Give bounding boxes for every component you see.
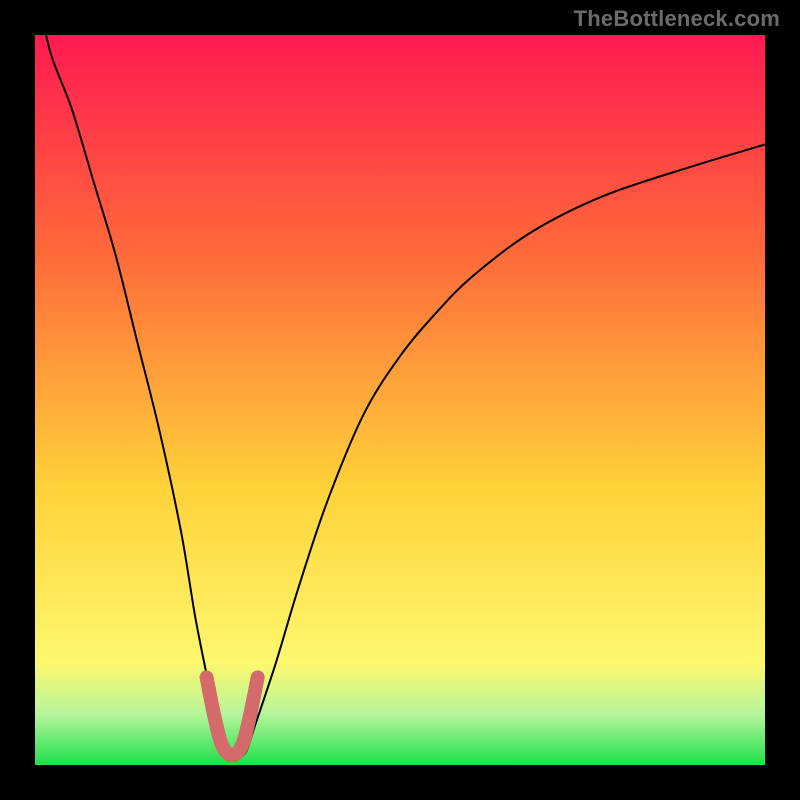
plot-area <box>35 35 765 765</box>
watermark-text: TheBottleneck.com <box>574 6 780 32</box>
chart-frame: TheBottleneck.com <box>0 0 800 800</box>
bottleneck-curve <box>35 0 765 759</box>
minimum-marker <box>207 677 258 755</box>
curve-layer <box>35 35 765 765</box>
